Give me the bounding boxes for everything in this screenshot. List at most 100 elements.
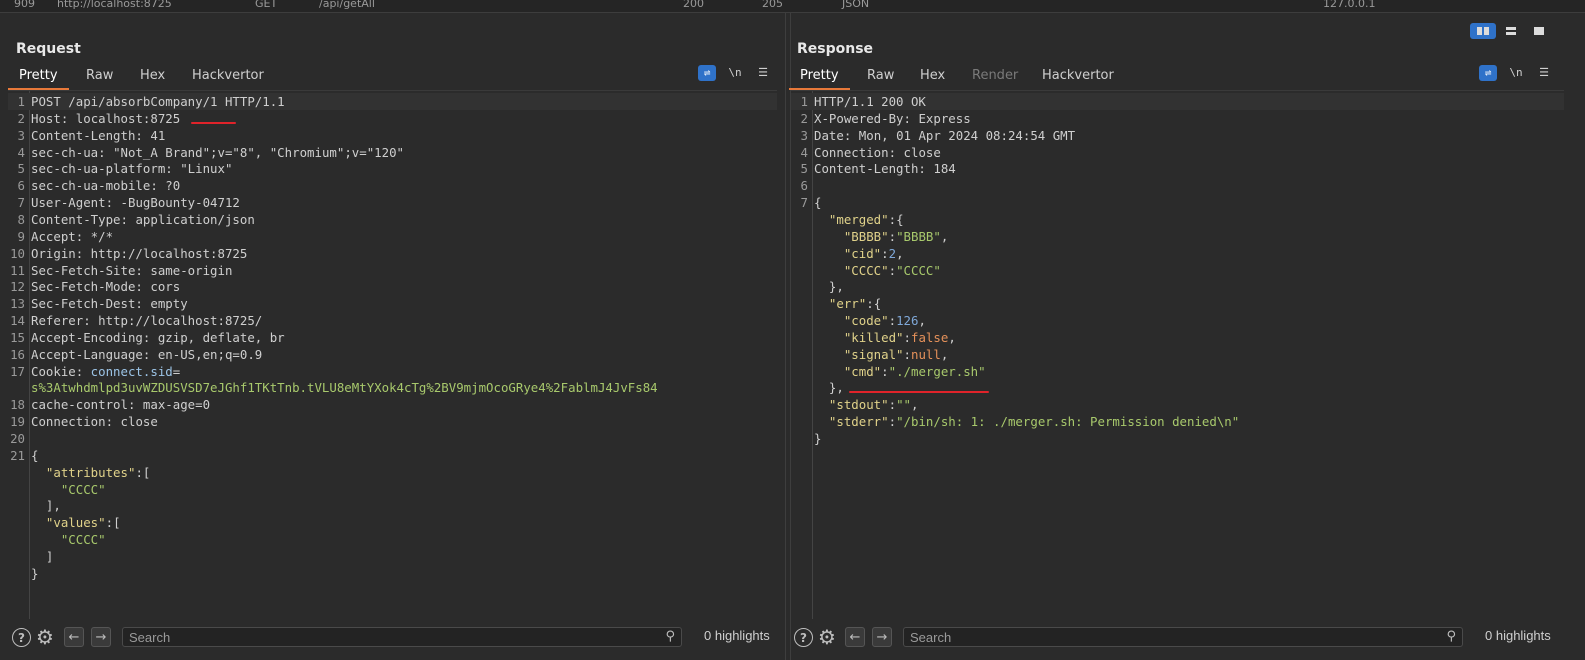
code-line[interactable]: "cmd":"./merger.sh" [791,363,1564,380]
tab-pretty[interactable]: Pretty [789,66,850,90]
code-line[interactable]: 4 sec-ch-ua: "Not_A Brand";v="8", "Chromi… [8,144,777,161]
gear-icon[interactable]: ⚙ [818,626,836,648]
code-line[interactable]: 16 Accept-Language: en-US,en;q=0.9 [8,346,777,363]
newline-toggle-icon[interactable]: \n [726,65,744,81]
code-line[interactable]: "killed":false, [791,329,1564,346]
forward-arrow-icon[interactable]: → [91,627,111,647]
layout-tabs-icon[interactable] [1526,23,1552,39]
code-line[interactable]: }, [791,278,1564,295]
code-line[interactable]: }, [791,379,1564,396]
line-content: "CCCC" [31,531,106,548]
code-line[interactable]: "CCCC":"CCCC" [791,262,1564,279]
code-line[interactable]: 10 Origin: http://localhost:8725 [8,245,777,262]
code-line[interactable]: 7 User-Agent: -BugBounty-04712 [8,194,777,211]
newline-toggle-icon[interactable]: \n [1507,65,1525,81]
code-line[interactable]: "code":126, [791,312,1564,329]
code-line[interactable]: 18 cache-control: max-age=0 [8,396,777,413]
code-line[interactable]: 20 [8,430,777,447]
code-line[interactable]: "signal":null, [791,346,1564,363]
code-line[interactable]: 13 Sec-Fetch-Dest: empty [8,295,777,312]
code-line[interactable]: 14 Referer: http://localhost:8725/ [8,312,777,329]
code-line[interactable]: 4 Connection: close [791,144,1564,161]
search-box[interactable]: ⚲ [903,627,1463,647]
wrap-lines-icon[interactable]: ⇌ [698,65,716,81]
layout-side-by-side-icon[interactable] [1470,23,1496,39]
history-mime: JSON [842,0,870,10]
gear-icon[interactable]: ⚙ [36,626,54,648]
code-line[interactable]: 15 Accept-Encoding: gzip, deflate, br [8,329,777,346]
code-line[interactable]: ], [8,497,777,514]
header-name: Accept: [31,228,84,244]
code-line[interactable]: 2 X-Powered-By: Express [791,110,1564,127]
code-line[interactable]: 21 { [8,447,777,464]
forward-arrow-icon[interactable]: → [872,627,892,647]
code-line[interactable]: 19 Connection: close [8,413,777,430]
back-arrow-icon[interactable]: ← [64,627,84,647]
code-line[interactable]: 12 Sec-Fetch-Mode: cors [8,278,777,295]
tab-hex[interactable]: Hex [129,66,176,88]
code-line[interactable]: 6 sec-ch-ua-mobile: ?0 [8,177,777,194]
code-line[interactable]: 17 Cookie: connect.sid= [8,363,777,380]
code-line[interactable]: 3 Date: Mon, 01 Apr 2024 08:24:54 GMT [791,127,1564,144]
code-line[interactable]: 3 Content-Length: 41 [8,127,777,144]
code-line[interactable]: s%3Atwhdmlpd3uvWZDUSVSD7eJGhf1TKtTnb.tVL… [8,379,777,396]
wrap-lines-icon[interactable]: ⇌ [1479,65,1497,81]
tab-raw[interactable]: Raw [856,66,905,88]
search-input[interactable] [123,628,638,646]
line-content: sec-ch-ua-mobile: ?0 [31,177,180,194]
code-line[interactable]: "stderr":"/bin/sh: 1: ./merger.sh: Permi… [791,413,1564,430]
code-line[interactable]: 5 sec-ch-ua-platform: "Linux" [8,160,777,177]
code-line[interactable]: 6 [791,177,1564,194]
code-line[interactable]: } [791,430,1564,447]
code-line[interactable]: "CCCC" [8,481,777,498]
code-line[interactable]: 1 POST /api/absorbCompany/1 HTTP/1.1 [8,93,777,110]
tab-hackvertor[interactable]: Hackvertor [181,66,275,88]
tab-hackvertor[interactable]: Hackvertor [1031,66,1125,88]
json-key: "code" [843,313,889,329]
tab-pretty[interactable]: Pretty [8,66,69,90]
help-icon[interactable]: ? [12,628,31,647]
code-line[interactable]: "BBBB":"BBBB", [791,228,1564,245]
menu-icon[interactable]: ☰ [754,65,772,81]
code-line[interactable]: "CCCC" [8,531,777,548]
line-content: "BBBB":"BBBB", [814,228,948,245]
code-line[interactable]: 11 Sec-Fetch-Site: same-origin [8,262,777,279]
code-line[interactable]: "stdout":"", [791,396,1564,413]
line-content: "stderr":"/bin/sh: 1: ./merger.sh: Permi… [814,413,1239,430]
search-input[interactable] [904,628,1419,646]
line-content: Referer: http://localhost:8725/ [31,312,262,329]
code-line[interactable]: "attributes":[ [8,464,777,481]
line-content: cache-control: max-age=0 [31,396,210,413]
code-line[interactable]: 7{ [791,194,1564,211]
code-line[interactable]: 2 Host: localhost:8725 [8,110,777,127]
code-line[interactable]: "cid":2, [791,245,1564,262]
json-number: 2 [888,245,897,261]
code-line[interactable]: } [8,565,777,582]
code-line[interactable]: "err":{ [791,295,1564,312]
code-line[interactable]: "merged":{ [791,211,1564,228]
line-number: 19 [10,414,25,430]
code-line[interactable]: 9 Accept: */* [8,228,777,245]
response-editor[interactable]: 1 HTTP/1.1 200 OK 2 X-Powered-By: Express 3 D… [791,91,1564,619]
code-line[interactable]: 5 Content-Length: 184 [791,160,1564,177]
line-content: "signal":null, [814,346,948,363]
back-arrow-icon[interactable]: ← [845,627,865,647]
code-line[interactable]: ] [8,548,777,565]
request-editor[interactable]: 1 POST /api/absorbCompany/1 HTTP/1.1 2 Host… [8,91,777,619]
header-name: Origin: [31,245,84,261]
code-text: HTTP/1.1 200 OK [814,94,926,109]
line-content: }, [814,278,844,295]
tab-hex[interactable]: Hex [909,66,956,88]
code-line[interactable]: "values":[ [8,514,777,531]
tab-raw[interactable]: Raw [75,66,124,88]
search-box[interactable]: ⚲ [122,627,682,647]
header-name: Content-Type: [31,211,128,227]
code-line[interactable]: 1 HTTP/1.1 200 OK [791,93,1564,110]
layout-stacked-icon[interactable] [1498,23,1524,39]
header-value: en-US,en;q=0.9 [150,346,263,362]
request-pane: Request Pretty Raw Hex Hackvertor ⇌ \n ☰… [0,13,786,660]
history-row[interactable]: 909 http://localhost:8725 GET /api/getAl… [0,0,1585,13]
code-line[interactable]: 8 Content-Type: application/json [8,211,777,228]
menu-icon[interactable]: ☰ [1535,65,1553,81]
help-icon[interactable]: ? [794,628,813,647]
